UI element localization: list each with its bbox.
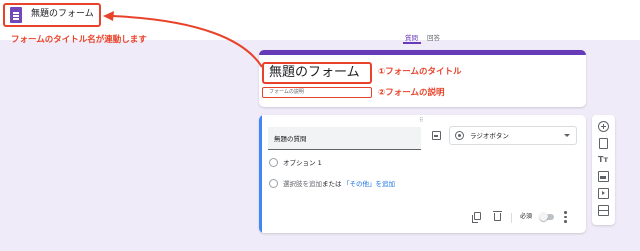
active-tab-indicator: [403, 42, 421, 44]
copy-icon[interactable]: [472, 212, 481, 223]
tab-responses[interactable]: 回答: [427, 32, 440, 42]
form-description-input[interactable]: フォームの説明: [269, 89, 304, 95]
delete-icon[interactable]: [493, 211, 502, 221]
required-label: 必須: [520, 213, 533, 220]
option-radio: [269, 158, 278, 167]
question-card: ⠿ 無題の質問 ラジオボタン オプション 1 選択肢を追加 または 「その他」を…: [259, 115, 586, 233]
forms-icon[interactable]: [10, 7, 22, 23]
required-toggle[interactable]: [539, 212, 554, 221]
document-title[interactable]: 無題のフォーム: [31, 9, 94, 20]
side-toolbar: Tт: [592, 115, 615, 225]
add-option-link[interactable]: 選択肢を追加: [283, 180, 322, 188]
option-1[interactable]: オプション 1: [283, 159, 322, 167]
video-icon[interactable]: [598, 188, 609, 199]
more-icon[interactable]: [564, 211, 567, 223]
add-option-radio: [269, 179, 278, 188]
tab-questions[interactable]: 質問: [405, 32, 418, 42]
question-type-label: ラジオボタン: [470, 132, 509, 140]
image-icon[interactable]: [432, 131, 441, 140]
import-icon[interactable]: [599, 138, 608, 149]
annotation-sync: フォームのタイトル名が連動します: [11, 35, 147, 45]
or-text: または: [322, 180, 342, 188]
dropdown-icon: [564, 134, 570, 137]
add-question-icon[interactable]: [598, 121, 609, 132]
annotation-form-description: ②フォームの説明: [378, 88, 445, 98]
add-image-icon[interactable]: [598, 171, 609, 182]
question-title: 無題の質問: [274, 135, 307, 143]
annotation-form-title: ①フォームのタイトル: [378, 67, 462, 77]
question-type-select[interactable]: ラジオボタン: [449, 126, 577, 145]
radio-icon: [455, 131, 464, 140]
title-icon[interactable]: Tт: [598, 154, 609, 165]
drag-handle[interactable]: ⠿: [419, 117, 424, 124]
header-accent-stripe: [259, 50, 586, 55]
question-focus-bar: [259, 115, 262, 233]
section-icon[interactable]: [598, 205, 609, 216]
question-title-field[interactable]: 無題の質問: [268, 127, 421, 150]
form-title-input[interactable]: 無題のフォーム: [269, 65, 360, 80]
footer-divider: [511, 213, 512, 223]
add-other-link[interactable]: 「その他」を追加: [343, 180, 395, 188]
